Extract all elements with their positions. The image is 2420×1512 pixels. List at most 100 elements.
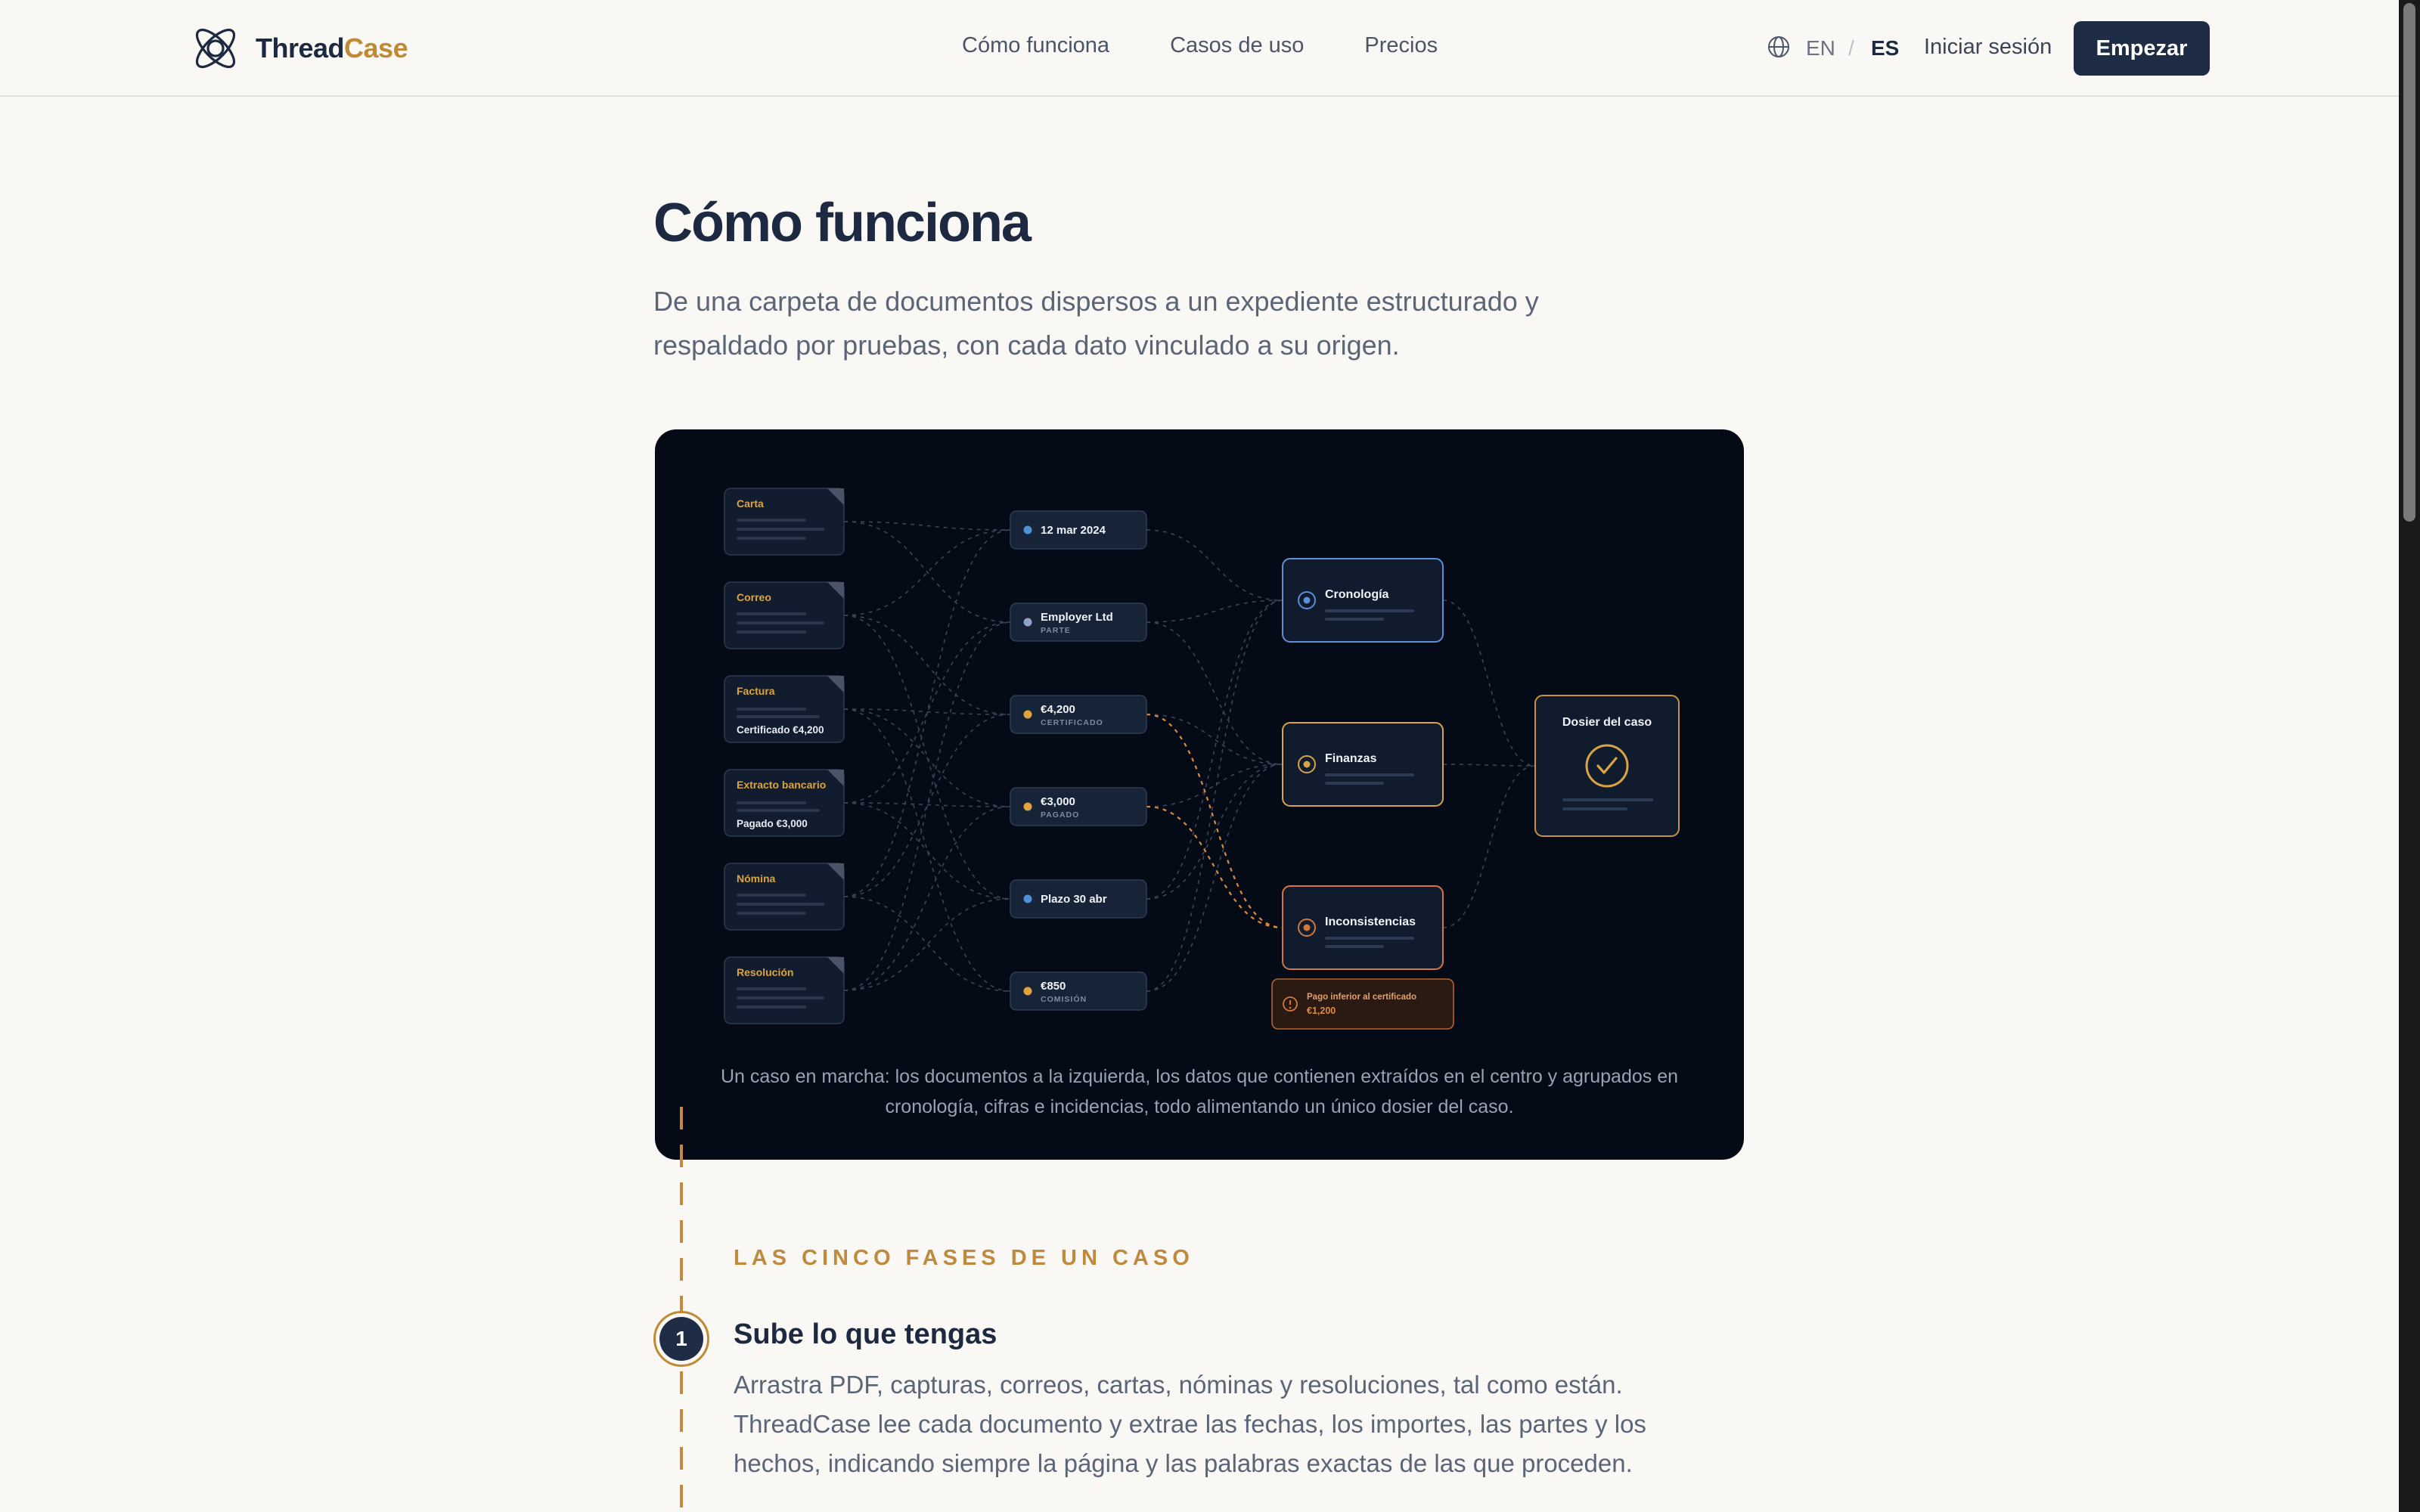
group-card: Finanzas	[1282, 722, 1444, 807]
document-text-line	[737, 809, 820, 812]
warning-icon-dot	[1289, 1006, 1292, 1009]
group-card: Inconsistencias	[1282, 885, 1444, 970]
document-text-line	[737, 912, 806, 915]
document-text-line	[737, 987, 806, 990]
group-text-line	[1325, 609, 1414, 612]
fact-chip: Employer Ltd PARTE	[1010, 603, 1147, 642]
diagram-caption: Un caso en marcha: los documentos a la i…	[720, 1066, 1679, 1117]
globe-icon[interactable]	[1767, 35, 1791, 59]
document-name: Carta	[737, 497, 764, 510]
document-card: Carta	[724, 488, 845, 556]
dossier-title: Dosier del caso	[1562, 716, 1652, 729]
dossier-card: Dosier del caso	[1534, 695, 1680, 837]
fact-dot-icon	[1023, 987, 1032, 996]
doc-fact-link	[843, 615, 1011, 900]
target-dot	[1303, 761, 1311, 768]
fact-dot-icon	[1023, 802, 1032, 811]
lang-separator: /	[1848, 36, 1854, 60]
fact-type: PAGADO	[1041, 810, 1079, 820]
document-card: Nómina	[724, 863, 845, 931]
fact-group-link	[1146, 529, 1283, 601]
group-text-line	[1325, 937, 1414, 940]
document-name: Factura	[737, 685, 775, 697]
fact-type: PARTE	[1041, 626, 1071, 635]
group-dossier-link	[1442, 600, 1536, 767]
logo-icon	[195, 28, 236, 69]
group-text-line	[1325, 773, 1414, 776]
document-text-line	[737, 894, 806, 897]
dossier-text-line	[1562, 798, 1653, 801]
nav-casos-de-uso[interactable]: Casos de uso	[1170, 33, 1304, 58]
fact-group-link	[1146, 764, 1283, 900]
doc-fact-link	[843, 521, 1011, 531]
document-card: Correo	[724, 581, 845, 649]
group-label: Cronología	[1325, 588, 1389, 601]
document-text-line	[737, 801, 806, 804]
target-dot	[1303, 924, 1311, 931]
group-card: Cronología	[1282, 558, 1444, 643]
logo[interactable]: ThreadCase	[188, 23, 408, 74]
group-dossier-link	[1442, 765, 1536, 928]
fact-group-link	[1146, 621, 1283, 765]
page-title: Cómo funciona	[653, 193, 1032, 253]
document-text-line	[737, 903, 824, 906]
doc-fact-link	[843, 806, 1011, 991]
doc-fact-link	[843, 529, 1011, 897]
document-card: Factura Certificado €4,200	[724, 675, 845, 743]
login-link[interactable]: Iniciar sesión	[1924, 35, 2052, 60]
brand-name: ThreadCase	[256, 33, 408, 64]
doc-fact-link	[843, 615, 1011, 715]
lang-es[interactable]: ES	[1871, 36, 1899, 60]
doc-fact-link	[843, 896, 1011, 992]
fact-group-link	[1146, 600, 1283, 992]
inconsistency-link	[1146, 713, 1283, 929]
fact-dot-icon	[1023, 710, 1032, 719]
site-header: ThreadCase Cómo funciona Casos de uso Pr…	[0, 0, 2399, 97]
document-highlight: Certificado €4,200	[737, 724, 824, 736]
fact-label: €4,200	[1041, 703, 1075, 716]
fact-chip: 12 mar 2024	[1010, 510, 1147, 550]
alert-title: Pago inferior al certificado	[1307, 993, 1416, 1002]
document-name: Extracto bancario	[737, 779, 826, 791]
document-text-line	[737, 621, 824, 624]
nav-precios[interactable]: Precios	[1364, 33, 1438, 58]
document-name: Resolución	[737, 966, 793, 978]
dossier-text-line	[1562, 807, 1627, 810]
alert-bg	[1271, 978, 1454, 1030]
fact-dot-icon	[1023, 618, 1032, 627]
document-text-line	[737, 631, 806, 634]
fact-group-link	[1146, 764, 1283, 807]
fact-chip: €850COMISIÓN	[1010, 971, 1147, 1011]
document-text-line	[737, 537, 806, 540]
scrollbar-thumb[interactable]	[2403, 3, 2415, 522]
fact-label: Employer Ltd	[1041, 611, 1113, 624]
document-card: Resolución	[724, 956, 845, 1024]
fact-label: €3,000	[1041, 795, 1075, 808]
step-1-marker: 1	[653, 1311, 709, 1367]
main-nav: Cómo funciona Casos de uso Precios	[962, 33, 1438, 58]
step-1-title: Sube lo que tengas	[734, 1318, 997, 1350]
fact-dot-icon	[1023, 894, 1032, 903]
alert-value: €1,200	[1307, 1005, 1336, 1016]
fact-label: €850	[1041, 980, 1066, 993]
case-flow-diagram: Carta Correo Factura Certificado €4,200 Extr…	[724, 488, 1680, 1030]
fact-chip: Plazo 30 abr	[1010, 879, 1147, 919]
document-text-line	[737, 1005, 806, 1009]
doc-fact-link	[843, 708, 1011, 992]
inconsistency-link	[1146, 805, 1283, 929]
document-text-line	[737, 708, 806, 711]
nav-como-funciona[interactable]: Cómo funciona	[962, 33, 1109, 58]
group-text-line	[1325, 945, 1384, 948]
group-label: Inconsistencias	[1325, 916, 1416, 928]
timeline-line	[680, 1107, 683, 1512]
phases-label: LAS CINCO FASES DE UN CASO	[734, 1246, 1194, 1270]
document-text-line	[737, 528, 824, 531]
document-text-line	[737, 715, 820, 718]
document-card: Extracto bancario Pagado €3,000	[724, 769, 845, 837]
target-dot	[1303, 596, 1311, 604]
doc-fact-link	[843, 521, 1011, 623]
inconsistency-alert: Pago inferior al certificado €1,200	[1271, 978, 1454, 1030]
fact-type: COMISIÓN	[1041, 994, 1087, 1004]
get-started-button[interactable]: Empezar	[2074, 21, 2210, 76]
lang-en[interactable]: EN	[1806, 36, 1835, 60]
